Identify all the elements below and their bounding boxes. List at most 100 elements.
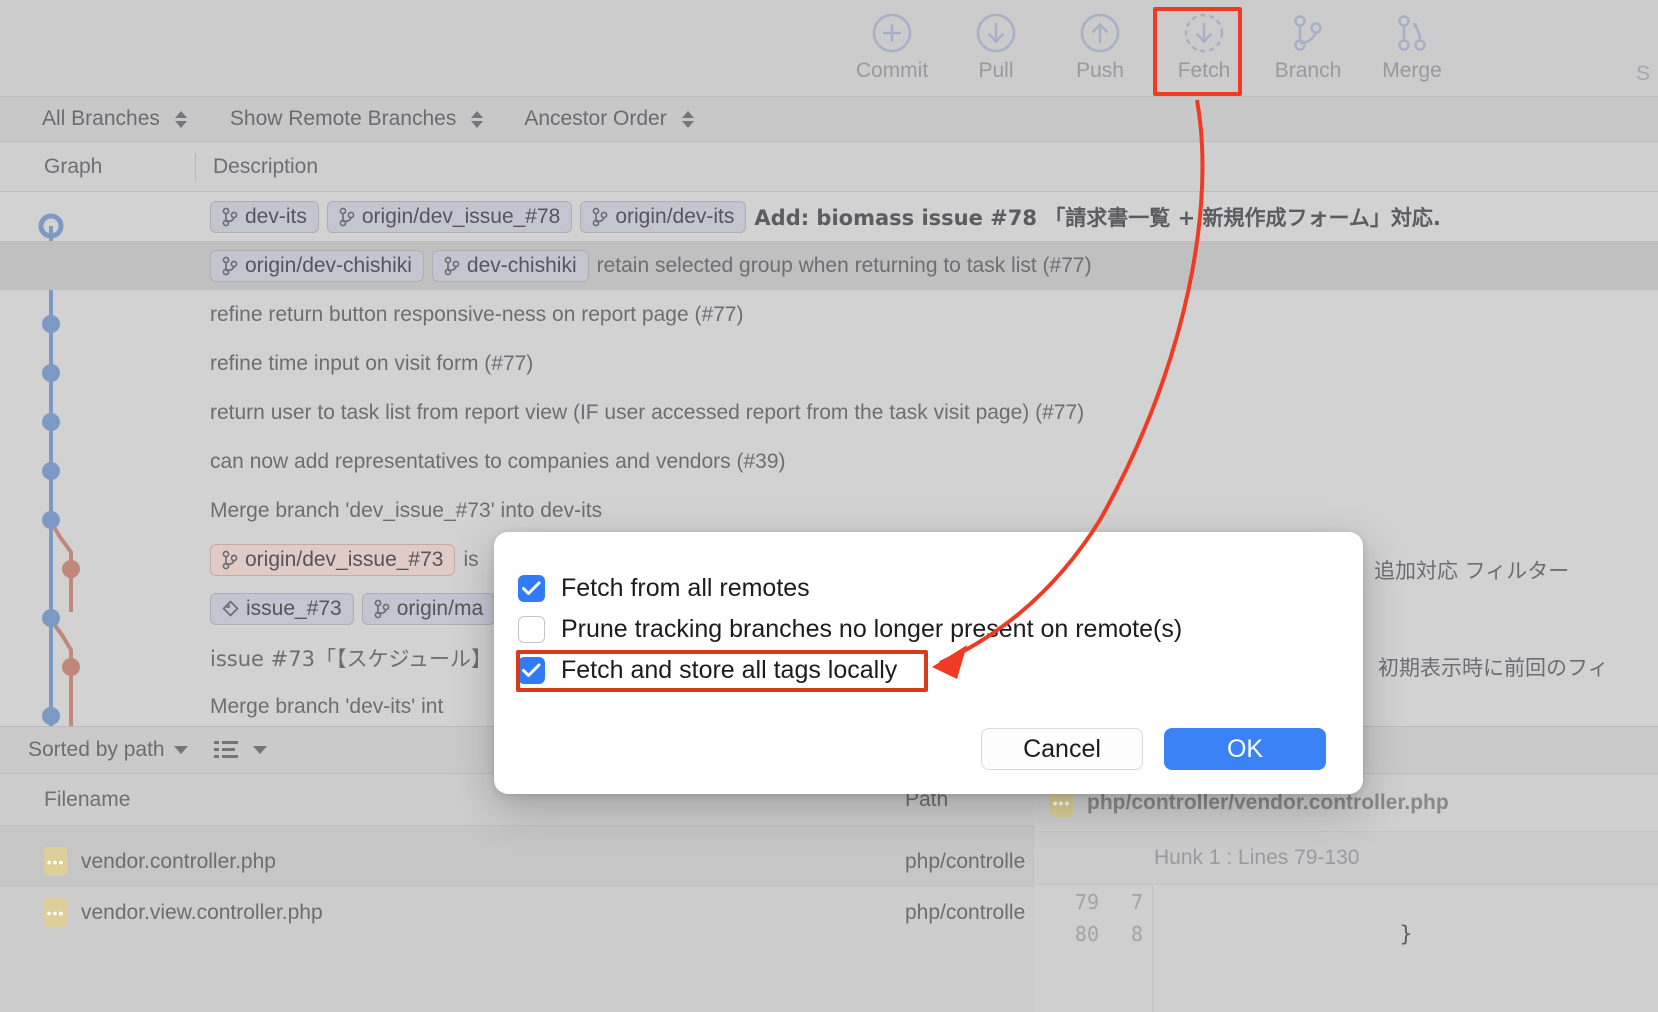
branch-pill[interactable]: dev-its	[210, 201, 319, 233]
branch-icon	[339, 207, 355, 227]
sort-mode-label[interactable]: Sorted by path	[28, 738, 165, 762]
diff-code-area[interactable]: }	[1154, 886, 1658, 950]
branch-pill[interactable]: origin/dev-chishiki	[210, 250, 424, 282]
toolbar-button-push[interactable]: Push	[1048, 0, 1152, 84]
merge-icon	[1391, 12, 1433, 54]
toolbar-button-fetch[interactable]: Fetch	[1152, 0, 1256, 84]
file-row-container: •••vendor.controller.phpphp/controlle•••…	[0, 836, 1035, 938]
ref-label: issue_#73	[246, 597, 342, 621]
chevron-updown-icon	[174, 111, 188, 128]
commit-message: can now add representatives to companies…	[210, 450, 786, 474]
diff-line-numbers: 797	[1037, 886, 1152, 918]
ref-label: origin/ma	[397, 597, 483, 621]
toolbar-button-commit[interactable]: Commit	[840, 0, 944, 84]
column-header-filename[interactable]: Filename	[0, 788, 130, 812]
commit-row[interactable]: Merge branch 'dev_issue_#73' into dev-it…	[0, 486, 1658, 535]
php-file-icon: •••	[44, 898, 67, 927]
cancel-button[interactable]: Cancel	[981, 728, 1143, 770]
commit-description: origin/dev-chishiki dev-chishiki retain se…	[210, 250, 1092, 282]
checkbox[interactable]	[518, 616, 545, 643]
toolbar-button-label: Fetch	[1178, 58, 1231, 84]
toolbar-button-label: Branch	[1275, 58, 1342, 84]
toolbar-button-branch[interactable]: Branch	[1256, 0, 1360, 84]
file-row[interactable]: •••vendor.controller.phpphp/controlle	[0, 836, 1035, 887]
toolbar-button-label: Commit	[856, 58, 928, 84]
branch-scope-label: All Branches	[42, 107, 160, 131]
branch-icon	[592, 207, 608, 227]
plus-circle-icon	[871, 12, 913, 54]
commit-message: Add: biomass issue #78 「請求書一覧 + 新規作成フォーム…	[754, 202, 1440, 232]
commit-message: is	[463, 548, 478, 572]
branch-pill[interactable]: origin/dev_issue_#78	[327, 201, 572, 233]
commit-description: origin/dev_issue_#73 is	[210, 544, 479, 576]
fetch-option-label: Prune tracking branches no longer presen…	[561, 615, 1182, 644]
ref-label: origin/dev_issue_#78	[362, 205, 560, 229]
fetch-option-row[interactable]: Fetch from all remotes	[518, 568, 1363, 609]
diff-hunk-header[interactable]: Hunk 1 : Lines 79-130	[1036, 831, 1658, 885]
branch-pill[interactable]: origin/dev_issue_#73	[210, 544, 455, 576]
remote-scope-dropdown[interactable]: Show Remote Branches	[230, 107, 484, 131]
diff-line-gutter: 797 808	[1037, 886, 1153, 1012]
arrow-down-circle-icon	[975, 12, 1017, 54]
chevron-updown-icon	[681, 111, 695, 128]
ref-label: origin/dev-chishiki	[245, 254, 412, 278]
file-name-label: vendor.view.controller.php	[81, 901, 323, 925]
checkbox[interactable]	[518, 657, 545, 684]
commit-row[interactable]: dev-its origin/dev_issue_#78 origin/dev-it…	[0, 192, 1658, 241]
commit-row[interactable]: return user to task list from report vie…	[0, 388, 1658, 437]
branch-scope-dropdown[interactable]: All Branches	[42, 107, 188, 131]
commit-message: Merge branch 'dev_issue_#73' into dev-it…	[210, 499, 602, 523]
file-name-label: vendor.controller.php	[81, 850, 276, 874]
order-dropdown[interactable]: Ancestor Order	[524, 107, 694, 131]
chevron-down-icon[interactable]	[174, 746, 188, 754]
commit-message: refine return button responsive-ness on …	[210, 303, 743, 327]
commit-description: issue_#73 origin/ma	[210, 593, 503, 625]
commit-description: dev-its origin/dev_issue_#78 origin/dev-it…	[210, 201, 1441, 233]
fetch-option-row[interactable]: Fetch and store all tags locally	[518, 650, 1363, 691]
commit-description: issue #73「【スケジュール】	[210, 643, 492, 673]
commit-row[interactable]: origin/dev-chishiki dev-chishiki retain se…	[0, 241, 1658, 290]
branch-pill[interactable]: origin/ma	[362, 593, 495, 625]
commit-description: refine return button responsive-ness on …	[210, 303, 743, 327]
file-name-cell: ••• vendor.view.controller.php	[0, 898, 323, 927]
remote-scope-label: Show Remote Branches	[230, 107, 456, 131]
tag-icon	[222, 600, 239, 617]
fetch-dialog[interactable]: Fetch from all remotes Prune tracking bra…	[494, 532, 1363, 794]
dialog-button-row: Cancel OK	[981, 728, 1326, 770]
ok-button[interactable]: OK	[1164, 728, 1326, 770]
ref-label: origin/dev-its	[615, 205, 734, 229]
commit-row[interactable]: can now add representatives to companies…	[0, 437, 1658, 486]
toolbar-button-pull[interactable]: Pull	[944, 0, 1048, 84]
toolbar-overflow-label[interactable]: S	[1636, 62, 1650, 86]
fetch-options-group: Fetch from all remotes Prune tracking bra…	[494, 532, 1363, 691]
toolbar-button-merge[interactable]: Merge	[1360, 0, 1464, 84]
column-header-description[interactable]: Description	[196, 155, 318, 179]
fetch-option-row[interactable]: Prune tracking branches no longer presen…	[518, 609, 1363, 650]
old-line-number: 79	[1037, 890, 1099, 914]
commit-message: issue #73「【スケジュール】	[210, 643, 492, 673]
commit-row[interactable]: refine time input on visit form (#77)	[0, 339, 1658, 388]
toolbar-button-label: Merge	[1382, 58, 1442, 84]
tag-pill[interactable]: issue_#73	[210, 593, 354, 625]
file-name-cell: ••• vendor.controller.php	[0, 847, 276, 876]
file-table-spacer	[0, 826, 1035, 836]
commit-description: Merge branch 'dev_issue_#73' into dev-it…	[210, 499, 602, 523]
branch-pill[interactable]: dev-chishiki	[432, 250, 589, 282]
commit-message-fragment: 追加対応 フィルター	[1374, 555, 1569, 585]
commit-message: retain selected group when returning to …	[597, 254, 1092, 278]
commit-description: Merge branch 'dev-its' int	[210, 695, 443, 719]
changed-files-table: Filename Path •••vendor.controller.phpph…	[0, 774, 1035, 1012]
column-header-graph[interactable]: Graph	[0, 155, 195, 179]
commit-row[interactable]: refine return button responsive-ness on …	[0, 290, 1658, 339]
checkbox[interactable]	[518, 575, 545, 602]
file-row[interactable]: •••vendor.view.controller.phpphp/control…	[0, 887, 1035, 938]
branch-icon	[222, 256, 238, 276]
fetch-option-label: Fetch from all remotes	[561, 574, 810, 603]
php-file-icon: •••	[44, 847, 67, 876]
list-view-chevron-down-icon[interactable]	[253, 746, 267, 754]
chevron-updown-icon	[470, 111, 484, 128]
old-line-number: 80	[1037, 922, 1099, 946]
list-view-icon[interactable]	[214, 739, 244, 761]
new-line-number: 8	[1099, 922, 1143, 946]
branch-pill[interactable]: origin/dev-its	[580, 201, 746, 233]
